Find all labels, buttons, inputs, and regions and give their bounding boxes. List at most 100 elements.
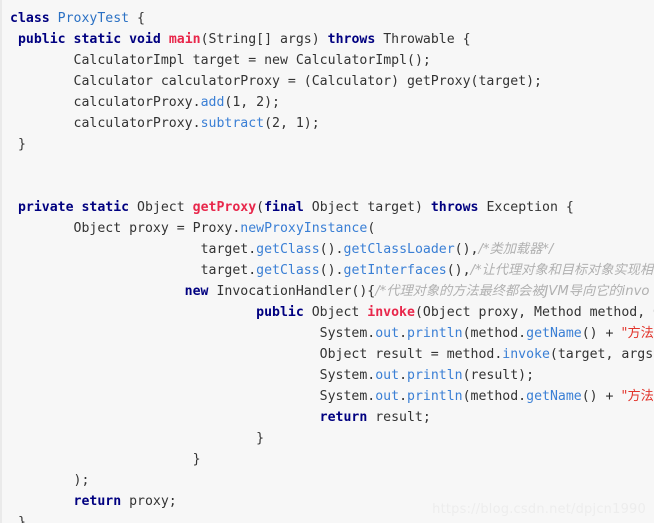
code-token-cmt-cn: /*代理对象的方法最终都会被JVM导向它的invo [375, 284, 650, 299]
code-token-plain: { [129, 11, 145, 26]
code-token-call: out [375, 326, 400, 341]
code-line: Object proxy = Proxy.newProxyInstance( [0, 218, 654, 239]
code-token-call: getName [526, 389, 582, 404]
code-line: calculatorProxy.subtract(2, 1); [0, 113, 654, 134]
code-token-plain: Throwable { [375, 32, 471, 47]
code-token-plain: ( [256, 200, 265, 215]
code-token-plain: InvocationHandler(){ [208, 284, 376, 299]
code-token-call: out [375, 389, 400, 404]
code-line: public static void main(String[] args) t… [0, 29, 654, 50]
code-token-plain: Calculator calculatorProxy = (Calculator… [73, 74, 542, 89]
code-token-plain: . [399, 389, 408, 404]
code-line: private static Object getProxy(final Obj… [0, 197, 654, 218]
code-token-plain: . [399, 326, 408, 341]
code-screenshot: class ProxyTest { public static void mai… [0, 0, 654, 523]
code-token-kw: public [256, 305, 312, 320]
code-token-call: getClass [256, 242, 320, 257]
code-token-plain: . [399, 368, 408, 383]
code-token-plain: (target, args); [549, 347, 654, 362]
code-token-call: subtract [200, 116, 265, 131]
code-token-plain: (). [319, 242, 344, 257]
code-token-plain: } [17, 137, 26, 152]
code-token-plain: CalculatorImpl target = [73, 53, 265, 68]
code-line: System.out.println(method.getName() + "方… [0, 323, 654, 344]
code-line: public Object invoke(Object proxy, Metho… [0, 302, 654, 323]
code-token-str-cn: "方法开始 [621, 326, 654, 341]
code-token-plain: (result); [462, 368, 535, 383]
code-token-kw: private static [17, 200, 138, 215]
code-token-call: out [375, 368, 400, 383]
code-token-call: getClass [256, 263, 320, 278]
code-line: Calculator calculatorProxy = (Calculator… [0, 71, 654, 92]
code-token-plain: Object result = method. [319, 347, 503, 362]
code-token-kw: return [319, 410, 368, 425]
code-token-fn: main [168, 32, 201, 47]
code-line: } [0, 134, 654, 155]
code-line: calculatorProxy.add(1, 2); [0, 92, 654, 113]
code-line: new InvocationHandler(){/*代理对象的方法最终都会被JV… [0, 281, 654, 302]
code-token-call: getClassLoader [343, 242, 455, 257]
code-line: class ProxyTest { [0, 8, 654, 29]
code-token-plain: target. [200, 263, 257, 278]
code-token-plain: System. [319, 389, 376, 404]
code-token-fn: invoke [367, 305, 415, 320]
code-line: Object result = method.invoke(target, ar… [0, 344, 654, 365]
code-token-plain: (String[] args) [200, 32, 328, 47]
code-token-plain: Object [137, 200, 193, 215]
code-token-plain: calculatorProxy. [73, 95, 201, 110]
code-token-plain: calculatorProxy. [73, 116, 201, 131]
code-token-plain: () + [581, 389, 622, 404]
code-line: target.getClass().getInterfaces(),/*让代理对… [0, 260, 654, 281]
code-token-plain: System. [319, 326, 376, 341]
code-token-plain: (1, 2); [224, 95, 280, 110]
code-token-plain: Object target) [303, 200, 431, 215]
code-line: CalculatorImpl target = new CalculatorIm… [0, 50, 654, 71]
code-line: System.out.println(result); [0, 365, 654, 386]
code-token-plain: } [17, 515, 26, 523]
code-token-kw: class [10, 11, 58, 26]
code-line: ); [0, 470, 654, 491]
code-line: System.out.println(method.getName() + "方… [0, 386, 654, 407]
code-token-kw: final [264, 200, 304, 215]
code-token-plain: (). [319, 263, 344, 278]
code-token-plain: System. [319, 368, 376, 383]
code-token-call: add [200, 95, 225, 110]
code-token-plain: (2, 1); [264, 116, 320, 131]
code-token-plain: new [264, 53, 288, 68]
code-token-plain: Object [311, 305, 368, 320]
code-token-plain: (method. [462, 389, 527, 404]
code-token-fn: getProxy [192, 200, 257, 215]
code-token-call: println [407, 326, 463, 341]
csdn-watermark: https://blog.csdn.net/dpjcn1990 [432, 502, 646, 517]
code-token-cmt-cn: /*类加载器*/ [478, 242, 554, 257]
code-token-kw: new [184, 284, 209, 299]
code-token-kw: throws [327, 32, 376, 47]
java-code-block[interactable]: class ProxyTest { public static void mai… [0, 0, 654, 523]
code-token-kw: throws [430, 200, 479, 215]
code-token-plain: (Object proxy, Method method, Objec [414, 305, 654, 320]
code-token-plain: () + [581, 326, 622, 341]
code-token-call: getInterfaces [343, 263, 447, 278]
code-line: return result; [0, 407, 654, 428]
code-token-call: println [407, 368, 463, 383]
code-token-call: println [407, 389, 463, 404]
